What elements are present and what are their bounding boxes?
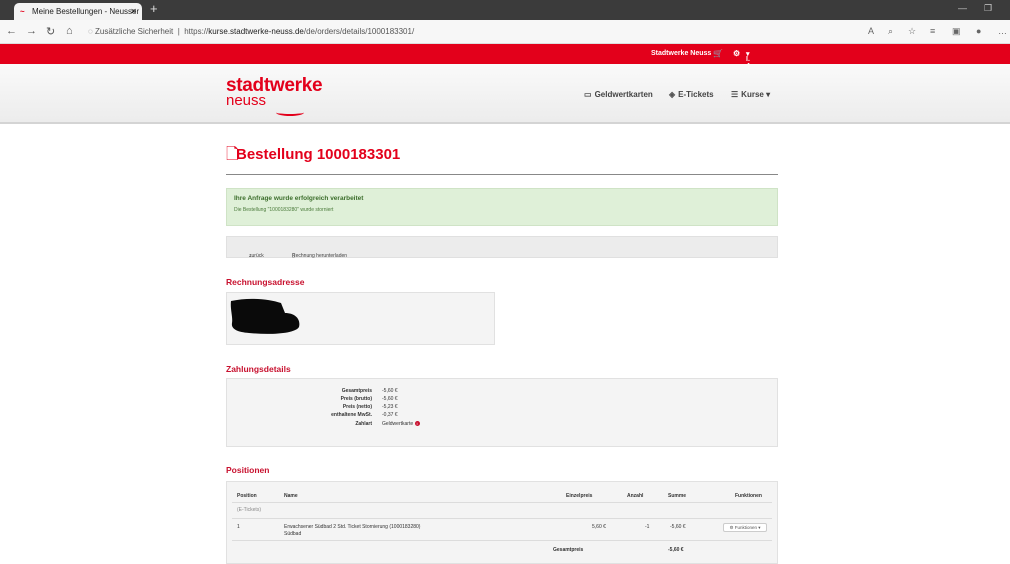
nav-kurse[interactable]: ☰ Kurse ▾ xyxy=(731,90,770,99)
credit-card-icon: ▭ xyxy=(584,90,592,99)
more-menu-icon[interactable]: … xyxy=(998,26,1007,36)
column-header: Funktionen xyxy=(735,493,762,499)
url-field[interactable]: ◌ Zusätzliche Sicherheit | https://kurse… xyxy=(88,24,848,40)
payment-value: -0,37 € xyxy=(382,412,398,418)
logo-swoosh xyxy=(276,109,304,116)
nav-label: Kurse xyxy=(741,90,764,99)
info-icon[interactable]: i xyxy=(414,421,420,427)
browser-tab-bar: ~ Meine Bestellungen - Neusser B ✕ + — ❐ xyxy=(0,0,1010,20)
payment-label: Preis (brutto) xyxy=(340,396,372,402)
ticket-icon: ◈ xyxy=(669,90,676,99)
gear-icon: ⚙ xyxy=(729,525,734,530)
page-title: Bestellung 1000183301 xyxy=(236,146,401,163)
row-unit-price: 5,60 € xyxy=(592,524,606,530)
title-divider xyxy=(226,174,778,175)
nav-geldwertkarten[interactable]: ▭ Geldwertkarten xyxy=(584,90,653,99)
restore-icon[interactable]: ❐ xyxy=(984,3,992,14)
logo-line1: stadtwerke xyxy=(226,75,323,96)
row-divider xyxy=(232,502,772,503)
nav-label: E-Tickets xyxy=(678,90,714,99)
close-tab-icon[interactable]: ✕ xyxy=(130,3,137,20)
nav-label: Geldwertkarten xyxy=(594,90,653,99)
column-header: Anzahl xyxy=(627,493,644,499)
url-domain: kurse.stadtwerke-neuss.de xyxy=(208,27,304,36)
download-label: Rechnung herunterladen xyxy=(292,253,348,259)
site-header: stadtwerke neuss ▭ Geldwertkarten ◈ E-Tick… xyxy=(0,64,1010,124)
browser-tab[interactable]: ~ Meine Bestellungen - Neusser B ✕ xyxy=(14,3,142,20)
back-arrow-icon[interactable]: ← xyxy=(6,25,17,37)
payment-value: -5,23 € xyxy=(382,404,398,410)
row-name-sub: Südbad xyxy=(284,531,302,537)
zoom-icon[interactable]: ⌕ xyxy=(888,26,893,37)
row-name: Erwachsener Südbad 2 Std. Ticket Stornie… xyxy=(284,524,421,530)
column-header: Einzelpreis xyxy=(566,493,593,499)
payment-label: enthaltene MwSt. xyxy=(331,412,372,418)
stadtwerke-logo[interactable]: stadtwerke neuss xyxy=(226,75,323,116)
functions-dropdown[interactable]: ⚙ Funktionen ▾ xyxy=(723,523,767,532)
tab-title: Meine Bestellungen - Neusser B xyxy=(32,7,142,16)
user-menu[interactable]: I. Anow ▾ xyxy=(746,50,765,70)
payment-method: Geldwertkarte i xyxy=(382,421,420,427)
row-divider xyxy=(232,540,772,541)
security-label: Zusätzliche Sicherheit xyxy=(95,27,174,36)
shield-icon: ◌ xyxy=(88,27,93,36)
group-label: (E-Tickets) xyxy=(237,507,261,513)
browser-address-bar: ← → ↻ ⌂ ◌ Zusätzliche Sicherheit | https… xyxy=(0,20,1010,44)
row-quantity: -1 xyxy=(645,524,650,530)
list-icon: ☰ xyxy=(731,90,739,99)
forward-arrow-icon[interactable]: → xyxy=(26,25,37,37)
functions-label: Funktionen xyxy=(734,525,758,530)
redacted-address xyxy=(230,298,300,334)
total-value: -5,60 € xyxy=(668,547,684,553)
payment-label: Gesamtpreis xyxy=(341,388,372,394)
favorite-star-icon[interactable]: ☆ xyxy=(908,26,916,37)
profile-avatar[interactable]: ● xyxy=(976,26,981,36)
column-header: Position xyxy=(237,493,257,499)
payment-label: Preis (netto) xyxy=(342,404,372,410)
gear-icon[interactable]: ⚙ xyxy=(733,49,740,58)
url-path: /de/orders/details/1000183301/ xyxy=(303,27,415,36)
new-tab-button[interactable]: + xyxy=(150,1,158,16)
total-label: Gesamtpreis xyxy=(553,547,584,553)
alert-heading: Ihre Anfrage wurde erfolgreich verarbeit… xyxy=(234,195,364,202)
alert-text: Die Bestellung "1000183280" wurde storni… xyxy=(234,207,334,213)
brand-link[interactable]: Stadtwerke Neuss xyxy=(651,50,711,57)
url-prefix: https:// xyxy=(184,27,209,36)
back-label: zurück xyxy=(249,253,264,259)
positions-heading: Positionen xyxy=(226,465,270,475)
positions-table xyxy=(226,481,778,564)
favorites-list-icon[interactable]: ≡ xyxy=(930,26,935,36)
nav-etickets[interactable]: ◈ E-Tickets xyxy=(669,90,714,99)
read-aloud-icon[interactable]: A xyxy=(868,26,874,36)
row-position: 1 xyxy=(237,524,240,530)
site-favicon-icon: ~ xyxy=(20,7,25,16)
payment-value: -5,60 € xyxy=(382,396,398,402)
home-icon[interactable]: ⌂ xyxy=(66,25,73,37)
payment-label: Zahlart xyxy=(355,421,372,427)
minimize-icon[interactable]: — xyxy=(958,3,967,13)
payment-value: Geldwertkarte xyxy=(382,421,414,427)
cart-icon[interactable]: 🛒 xyxy=(713,49,723,58)
reload-icon[interactable]: ↻ xyxy=(46,25,55,38)
row-divider xyxy=(232,518,772,519)
column-header: Name xyxy=(284,493,298,499)
row-sum: -5,60 € xyxy=(670,524,686,530)
success-alert: Ihre Anfrage wurde erfolgreich verarbeit… xyxy=(226,188,778,226)
billing-heading: Rechnungsadresse xyxy=(226,277,305,287)
payment-value: -5,60 € xyxy=(382,388,398,394)
top-red-bar: Stadtwerke Neuss 🛒 ⚙ I. Anow ▾ xyxy=(0,44,1010,70)
action-toolbar: ← zurück ▯ Rechnung herunterladen xyxy=(226,236,778,259)
column-header: Summe xyxy=(668,493,687,499)
payment-heading: Zahlungsdetails xyxy=(226,364,291,374)
collections-icon[interactable]: ▣ xyxy=(952,26,961,37)
